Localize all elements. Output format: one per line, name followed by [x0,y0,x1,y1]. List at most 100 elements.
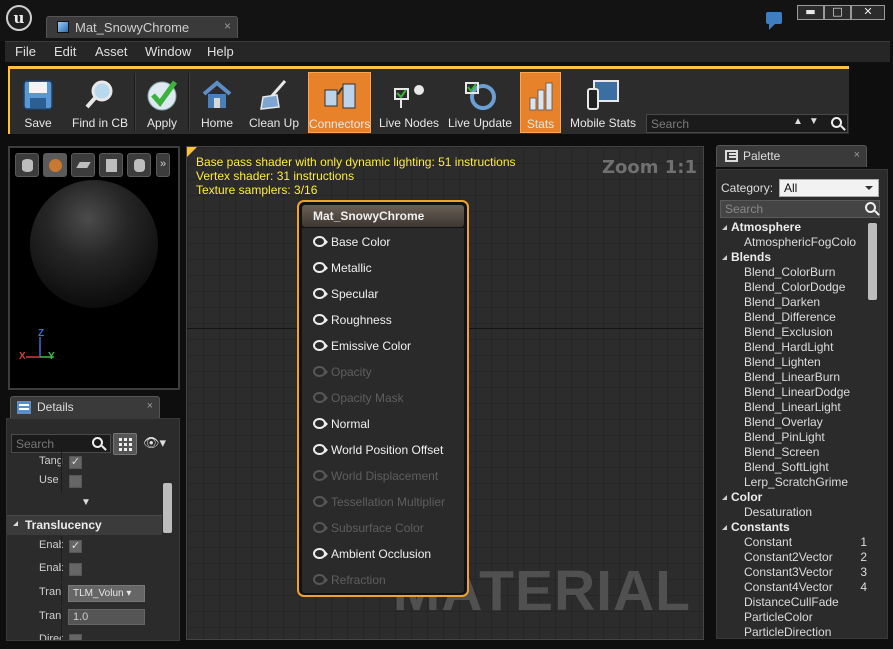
palette-category-select[interactable]: All [779,179,879,197]
node-input-pin[interactable]: Ambient Occlusion [312,545,462,563]
menu-asset[interactable]: Asset [95,44,128,59]
material-preview-viewport[interactable]: » Z X Y [8,146,180,390]
details-search-input[interactable]: Search [11,434,111,453]
connectors-button[interactable]: Connectors [308,72,371,133]
palette-item[interactable]: Constant 1 [717,535,867,550]
maximize-button[interactable]: □ [824,5,851,20]
palette-item[interactable]: Blend_Exclusion [717,325,867,340]
live-update-button[interactable]: Live Update [444,72,516,133]
property-checkbox[interactable] [69,475,82,488]
live-nodes-button[interactable]: Live Nodes [376,72,442,133]
menu-edit[interactable]: Edit [54,44,76,59]
details-tab[interactable]: Details × [10,396,160,418]
material-result-node[interactable]: Mat_SnowyChrome Base Color Metallic Specul… [297,200,469,597]
node-input-pin[interactable]: Subsurface Color [312,519,462,537]
palette-item[interactable]: Blend_PinLight [717,430,867,445]
palette-item[interactable]: Blend_SoftLight [717,460,867,475]
menu-help[interactable]: Help [207,44,234,59]
pin-connector-icon[interactable] [313,288,328,299]
node-input-pin[interactable]: Tessellation Multiplier [312,493,462,511]
node-input-pin[interactable]: Metallic [312,259,462,277]
pin-connector-icon[interactable] [313,366,328,377]
visibility-filter-eye-icon[interactable]: 👁▾ [143,435,166,451]
palette-item[interactable]: AtmosphericFogColo [717,235,867,250]
toolbar-search-input[interactable]: Search ▲▼ [646,114,848,133]
palette-item[interactable]: Blend_Overlay [717,415,867,430]
preview-cylinder-button[interactable] [15,153,39,177]
node-input-pin[interactable]: Opacity Mask [312,389,462,407]
document-tab[interactable]: Mat_SnowyChrome × [46,16,238,38]
find-in-cb-button[interactable]: Find in CB [68,72,132,133]
node-input-pin[interactable]: World Position Offset [312,441,462,459]
pin-connector-icon[interactable] [313,262,328,273]
palette-item[interactable]: Blend_LinearDodge [717,385,867,400]
material-graph[interactable]: Base pass shader with only dynamic light… [186,146,704,640]
node-input-pin[interactable]: World Displacement [312,467,462,485]
palette-category[interactable]: Constants [717,520,867,535]
stats-button[interactable]: Stats [520,72,561,133]
pin-connector-icon[interactable] [313,340,328,351]
search-icon[interactable] [865,202,876,213]
document-tab-close-button[interactable]: × [224,19,231,33]
palette-item[interactable]: Desaturation [717,505,867,520]
node-input-pin[interactable]: Normal [312,415,462,433]
palette-category[interactable]: Color [717,490,867,505]
pin-connector-icon[interactable] [313,548,328,559]
palette-item[interactable]: Blend_Difference [717,310,867,325]
search-icon[interactable] [831,117,842,128]
property-checkbox[interactable]: ✓ [69,456,82,469]
feedback-icon[interactable] [766,12,782,30]
pin-connector-icon[interactable] [313,392,328,403]
palette-tab[interactable]: Palette × [716,145,867,167]
preview-sphere-button[interactable] [43,153,67,177]
palette-item[interactable]: Blend_Lighten [717,355,867,370]
palette-search-input[interactable]: Search [720,200,880,218]
search-icon[interactable] [92,437,103,448]
close-window-button[interactable]: ✕ [851,5,885,20]
preview-plane-button[interactable] [71,153,95,177]
palette-item[interactable]: ParticleDirection [717,625,867,638]
minimize-button[interactable]: ▬ [797,5,824,20]
category-translucency[interactable]: Translucency [7,515,162,535]
home-button[interactable]: Home [195,72,239,133]
palette-item[interactable]: Constant4Vector 4 [717,580,867,595]
node-input-pin[interactable]: Opacity [312,363,462,381]
palette-item[interactable]: Blend_LinearLight [717,400,867,415]
save-button[interactable]: Save [12,72,64,133]
node-input-pin[interactable]: Base Color [312,233,462,251]
palette-item[interactable]: Blend_HardLight [717,340,867,355]
pin-connector-icon[interactable] [313,418,328,429]
palette-scrollbar[interactable] [868,223,877,300]
palette-category[interactable]: Atmosphere [717,220,867,235]
details-tab-close-button[interactable]: × [147,400,153,412]
palette-item[interactable]: ParticleColor [717,610,867,625]
search-navigate-arrows-icon[interactable]: ▲▼ [793,116,825,127]
property-checkbox[interactable]: ✓ [69,540,82,553]
clean-up-button[interactable]: Clean Up [244,72,304,133]
preview-mesh-button[interactable] [127,153,151,177]
property-number-input[interactable]: 1.0 [68,609,145,625]
pin-connector-icon[interactable] [313,470,328,481]
pin-connector-icon[interactable] [313,522,328,533]
apply-button[interactable]: Apply [140,72,184,133]
property-checkbox[interactable] [69,634,82,640]
pin-connector-icon[interactable] [313,314,328,325]
palette-item[interactable]: Blend_ColorBurn [717,265,867,280]
palette-item[interactable]: DistanceCullFade [717,595,867,610]
viewport-more-button[interactable]: » [156,153,170,177]
palette-category[interactable]: Blends [717,250,867,265]
advanced-expand-arrow-icon[interactable]: ▼ [81,497,91,508]
palette-item[interactable]: Constant3Vector 3 [717,565,867,580]
pin-connector-icon[interactable] [313,574,328,585]
pin-connector-icon[interactable] [313,444,328,455]
details-scrollbar[interactable] [163,483,172,533]
palette-item[interactable]: Lerp_ScratchGrime [717,475,867,490]
node-input-pin[interactable]: Roughness [312,311,462,329]
palette-tab-close-button[interactable]: × [854,149,860,161]
palette-item[interactable]: Blend_Darken [717,295,867,310]
palette-item[interactable]: Blend_LinearBurn [717,370,867,385]
node-input-pin[interactable]: Specular [312,285,462,303]
pin-connector-icon[interactable] [313,236,328,247]
node-input-pin[interactable]: Emissive Color [312,337,462,355]
mobile-stats-button[interactable]: Mobile Stats [566,72,640,133]
